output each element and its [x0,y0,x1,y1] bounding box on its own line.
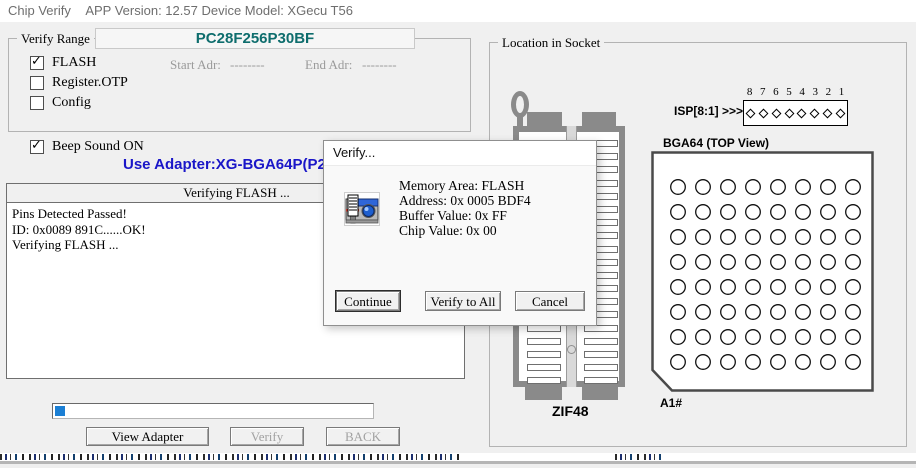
programmer-chip-icon [344,192,380,226]
verify-dialog: Verify... Memory Area: FLASH Address: 0x… [323,140,597,326]
zif-contact-slot [527,351,561,358]
zif-top-tab [582,112,616,127]
address-line: Address: 0x 0005 BDF4 [399,193,531,208]
back-button[interactable]: BACK [326,427,400,446]
zif-top-tab [527,112,562,127]
start-adr-value: -------- [230,57,265,73]
checkbox-row-register-otp: Register.OTP [30,75,128,91]
bga64-top-view-label: BGA64 (TOP View) [663,136,769,150]
continue-button[interactable]: Continue [336,291,400,311]
isp-pin-number: 6 [773,86,779,98]
isp-pin-icon [797,108,807,118]
zif-bottom-tab [525,387,562,400]
zif-contact-slot [527,338,561,345]
zif-contact-slot [584,364,618,371]
isp-pin-number: 8 [747,86,753,98]
view-adapter-button[interactable]: View Adapter [86,427,209,446]
checkbox-row-config: Config [30,95,91,111]
isp-pin-number: 4 [799,86,805,98]
verify-to-all-button[interactable]: Verify to All [425,291,501,311]
flash-checkbox[interactable] [30,56,44,70]
checkbox-row-flash: FLASH [30,55,96,71]
isp-pin-number: 3 [812,86,818,98]
beep-sound-label: Beep Sound ON [52,139,144,155]
memory-area-line: Memory Area: FLASH [399,178,531,193]
zif-bottom-tab [582,387,618,400]
zif-contact-slot [584,338,618,345]
checkbox-row-beep: Beep Sound ON [30,139,144,155]
isp-label: ISP[8:1] >>> [674,104,743,118]
verify-button[interactable]: Verify [230,427,304,446]
end-adr-value: -------- [362,57,397,73]
clipped-text-glyphs [615,454,663,460]
flash-checkbox-label: FLASH [52,55,96,71]
isp-pin-numbers: 87654321 [743,86,848,98]
clipped-background-window-strip [0,453,916,468]
zif-divider-hole [567,345,576,354]
buffer-value-line: Buffer Value: 0x FF [399,208,531,223]
verify-range-label: Verify Range [17,31,94,47]
register-otp-checkbox-label: Register.OTP [52,75,128,91]
zif48-label: ZIF48 [552,403,589,419]
window-title: Chip Verify APP Version: 12.57 Device Mo… [8,3,353,18]
isp-pin-number: 7 [760,86,766,98]
clipped-window-body [0,464,916,468]
register-otp-checkbox[interactable] [30,76,44,90]
progress-bar-fill [55,406,65,416]
zif-contact-slot [584,377,618,384]
isp-pin-icon [784,108,794,118]
config-checkbox[interactable] [30,96,44,110]
progress-bar [52,403,374,419]
location-in-socket-label: Location in Socket [498,35,604,51]
bga64-ball-map [651,151,874,392]
start-adr-label: Start Adr: [170,57,221,73]
isp-pin-icon [810,108,820,118]
chip-value-line: Chip Value: 0x 00 [399,223,531,238]
verify-dialog-title: Verify... [324,141,596,166]
window-titlebar: Chip Verify APP Version: 12.57 Device Mo… [0,0,916,22]
isp-connector [743,100,848,126]
isp-pin-icon [823,108,833,118]
chip-verify-window: Chip Verify APP Version: 12.57 Device Mo… [0,0,916,468]
isp-pin-icon [745,108,755,118]
isp-pin-icon [836,108,846,118]
cancel-button[interactable]: Cancel [515,291,585,311]
beep-sound-checkbox[interactable] [30,140,44,154]
isp-pin-icon [771,108,781,118]
zif-contact-slot [527,364,561,371]
isp-pin-number: 1 [839,86,845,98]
chip-name-header: PC28F256P30BF [95,28,415,49]
a1-pin-label: A1# [660,396,682,410]
isp-pin-number: 5 [786,86,792,98]
config-checkbox-label: Config [52,95,91,111]
isp-pin-number: 2 [826,86,832,98]
end-adr-label: End Adr: [305,57,352,73]
isp-pin-icon [758,108,768,118]
zif-contact-slot [584,351,618,358]
verify-dialog-info: Memory Area: FLASH Address: 0x 0005 BDF4… [399,178,531,238]
use-adapter-text: Use Adapter:XG-BGA64P(P2) [123,156,331,173]
clipped-text-glyphs [0,454,460,460]
zif-contact-slot [527,377,561,384]
